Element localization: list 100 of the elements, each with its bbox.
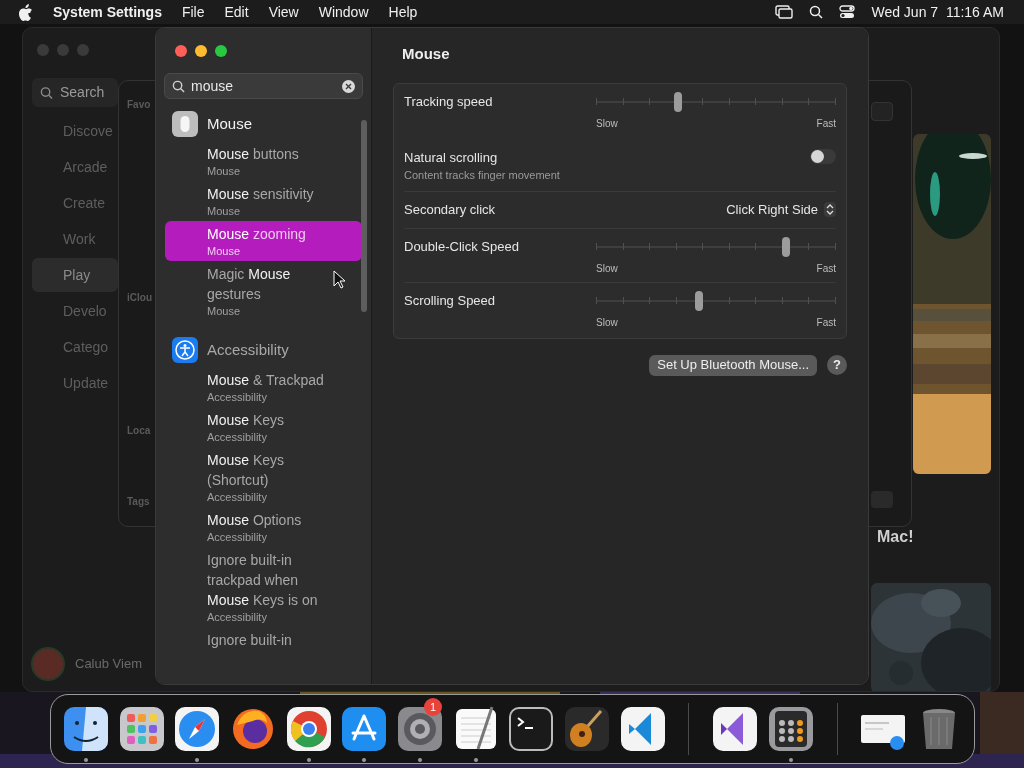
slider-thumb[interactable] — [781, 236, 790, 257]
clear-icon[interactable] — [342, 79, 355, 93]
search-result[interactable]: Mouse Keys (Shortcut) Accessibility — [165, 447, 362, 507]
search-result[interactable]: Mouse Keys Accessibility — [165, 407, 362, 447]
section-header: Tags — [127, 495, 150, 509]
setting-label: Secondary click — [404, 200, 496, 219]
slider-max-label: Fast — [816, 116, 836, 131]
search-result[interactable]: Mouse Options Accessibility — [165, 507, 362, 547]
result-category: Mouse — [207, 164, 242, 178]
result-title: Mouse zooming — [207, 225, 307, 244]
search-field[interactable]: mouse — [164, 73, 363, 99]
control-center-icon[interactable] — [839, 5, 856, 19]
code-icon[interactable] — [618, 705, 667, 753]
result-category: Mouse — [207, 244, 242, 258]
toolbar-field[interactable] — [871, 102, 893, 121]
slider-min-label: Slow — [596, 116, 618, 131]
result-category: Accessibility — [207, 490, 268, 504]
user-name: Calub Viem — [75, 655, 142, 674]
slider-thumb[interactable] — [695, 290, 704, 311]
search-result[interactable]: Mouse zooming Mouse — [165, 221, 362, 261]
minimize-button[interactable] — [195, 45, 207, 57]
search-result[interactable]: Magic Mouse gestures Mouse — [165, 261, 362, 321]
slider-thumb[interactable] — [673, 91, 682, 112]
app-menu[interactable]: System Settings — [53, 1, 162, 23]
search-result[interactable]: Ignore built-in — [165, 627, 362, 653]
face-icon[interactable] — [61, 705, 110, 753]
search-icon[interactable] — [809, 5, 824, 19]
result-title: Mouse Options — [207, 511, 303, 530]
grid-icon[interactable] — [117, 705, 166, 753]
slider[interactable] — [596, 236, 836, 257]
menu-item[interactable]: View — [268, 1, 299, 23]
gear-icon[interactable] — [395, 705, 444, 753]
zoom-button[interactable] — [215, 45, 227, 57]
result-category: Mouse — [207, 204, 242, 218]
section-header: Loca — [127, 424, 151, 438]
toggle-switch[interactable] — [810, 148, 836, 164]
result-category: Accessibility — [207, 610, 268, 624]
setting-label: Double-Click Speed — [404, 237, 519, 256]
mouse-icon — [172, 111, 198, 137]
guitar-icon[interactable] — [562, 705, 611, 753]
setting-label: Tracking speed — [404, 92, 493, 111]
notification-badge: 1 — [424, 698, 443, 716]
search-result[interactable]: Mouse sensitivity Mouse — [165, 181, 362, 221]
apple-icon[interactable] — [18, 3, 33, 21]
menu-item[interactable]: File — [181, 1, 205, 23]
search-result[interactable]: Mouse & Trackpad Accessibility — [165, 367, 362, 407]
headline: Mac! — [877, 527, 914, 547]
code-icon[interactable] — [711, 705, 760, 753]
popup-menu[interactable]: Click Right Side — [726, 199, 836, 220]
result-title: Mouse sensitivity — [207, 185, 315, 204]
terminal-icon[interactable] — [507, 705, 556, 753]
setting-label: Natural scrolling — [404, 148, 499, 167]
search-result[interactable]: Mouse buttons Mouse — [165, 141, 362, 181]
help-button[interactable]: ? — [827, 355, 847, 375]
menu-item[interactable]: Window — [318, 1, 369, 23]
result-category: Accessibility — [207, 390, 268, 404]
section-header: Favo — [127, 98, 151, 112]
section-header: iClou — [127, 291, 152, 305]
menu-item[interactable]: Help — [388, 1, 418, 23]
category-header[interactable]: Mouse — [207, 112, 253, 136]
result-title: Ignore built-in — [207, 631, 293, 650]
a-shape-icon[interactable] — [340, 705, 389, 753]
pointer-icon — [333, 270, 345, 289]
setting-description: Content tracks finger movement — [404, 168, 560, 183]
setting-label: Scrolling Speed — [404, 291, 496, 310]
pane-title: Mouse — [402, 44, 451, 64]
chevron-up-down-icon — [824, 202, 836, 217]
result-title: Mouse & Trackpad — [207, 371, 325, 390]
result-title: Mouse Keys — [207, 411, 286, 430]
compass-icon[interactable] — [173, 705, 222, 753]
search-input[interactable]: Search — [60, 82, 110, 103]
search-icon — [40, 85, 53, 100]
result-title: Ignore built-in trackpad when Mouse Keys is on — [207, 551, 319, 610]
calculator-icon[interactable] — [766, 705, 815, 753]
screen-mirroring-icon[interactable] — [775, 5, 794, 19]
search-icon — [172, 79, 185, 93]
slider-max-label: Fast — [816, 261, 836, 276]
result-title: Mouse buttons — [207, 145, 300, 164]
slider[interactable] — [596, 91, 836, 112]
search-field[interactable]: Search — [32, 78, 118, 107]
result-category: Mouse — [207, 304, 242, 318]
category-header[interactable]: Accessibility — [207, 338, 289, 362]
search-result[interactable]: Ignore built-in trackpad when Mouse Keys is on Accessibility — [165, 547, 362, 627]
result-title: Mouse Keys (Shortcut) — [207, 451, 286, 490]
menu-item[interactable]: Edit — [224, 1, 249, 23]
result-title: Magic Mouse gestures — [207, 265, 292, 304]
slider-max-label: Fast — [816, 315, 836, 330]
sidebar-item[interactable]: Play — [32, 258, 118, 292]
result-category: Accessibility — [207, 430, 268, 444]
accessibility-icon — [172, 337, 198, 363]
slider[interactable] — [596, 290, 836, 311]
close-button[interactable] — [175, 45, 187, 57]
search-input[interactable]: mouse — [191, 75, 336, 97]
slider-min-label: Slow — [596, 261, 618, 276]
menu-bar-clock[interactable]: Wed Jun 7 11:16 AM — [871, 1, 1004, 23]
result-category: Accessibility — [207, 530, 268, 544]
setup-button[interactable]: Set Up Bluetooth Mouse... — [649, 354, 817, 376]
slider-min-label: Slow — [596, 315, 618, 330]
ring-icon[interactable] — [284, 705, 333, 753]
scrollbar-thumb[interactable] — [361, 120, 367, 312]
